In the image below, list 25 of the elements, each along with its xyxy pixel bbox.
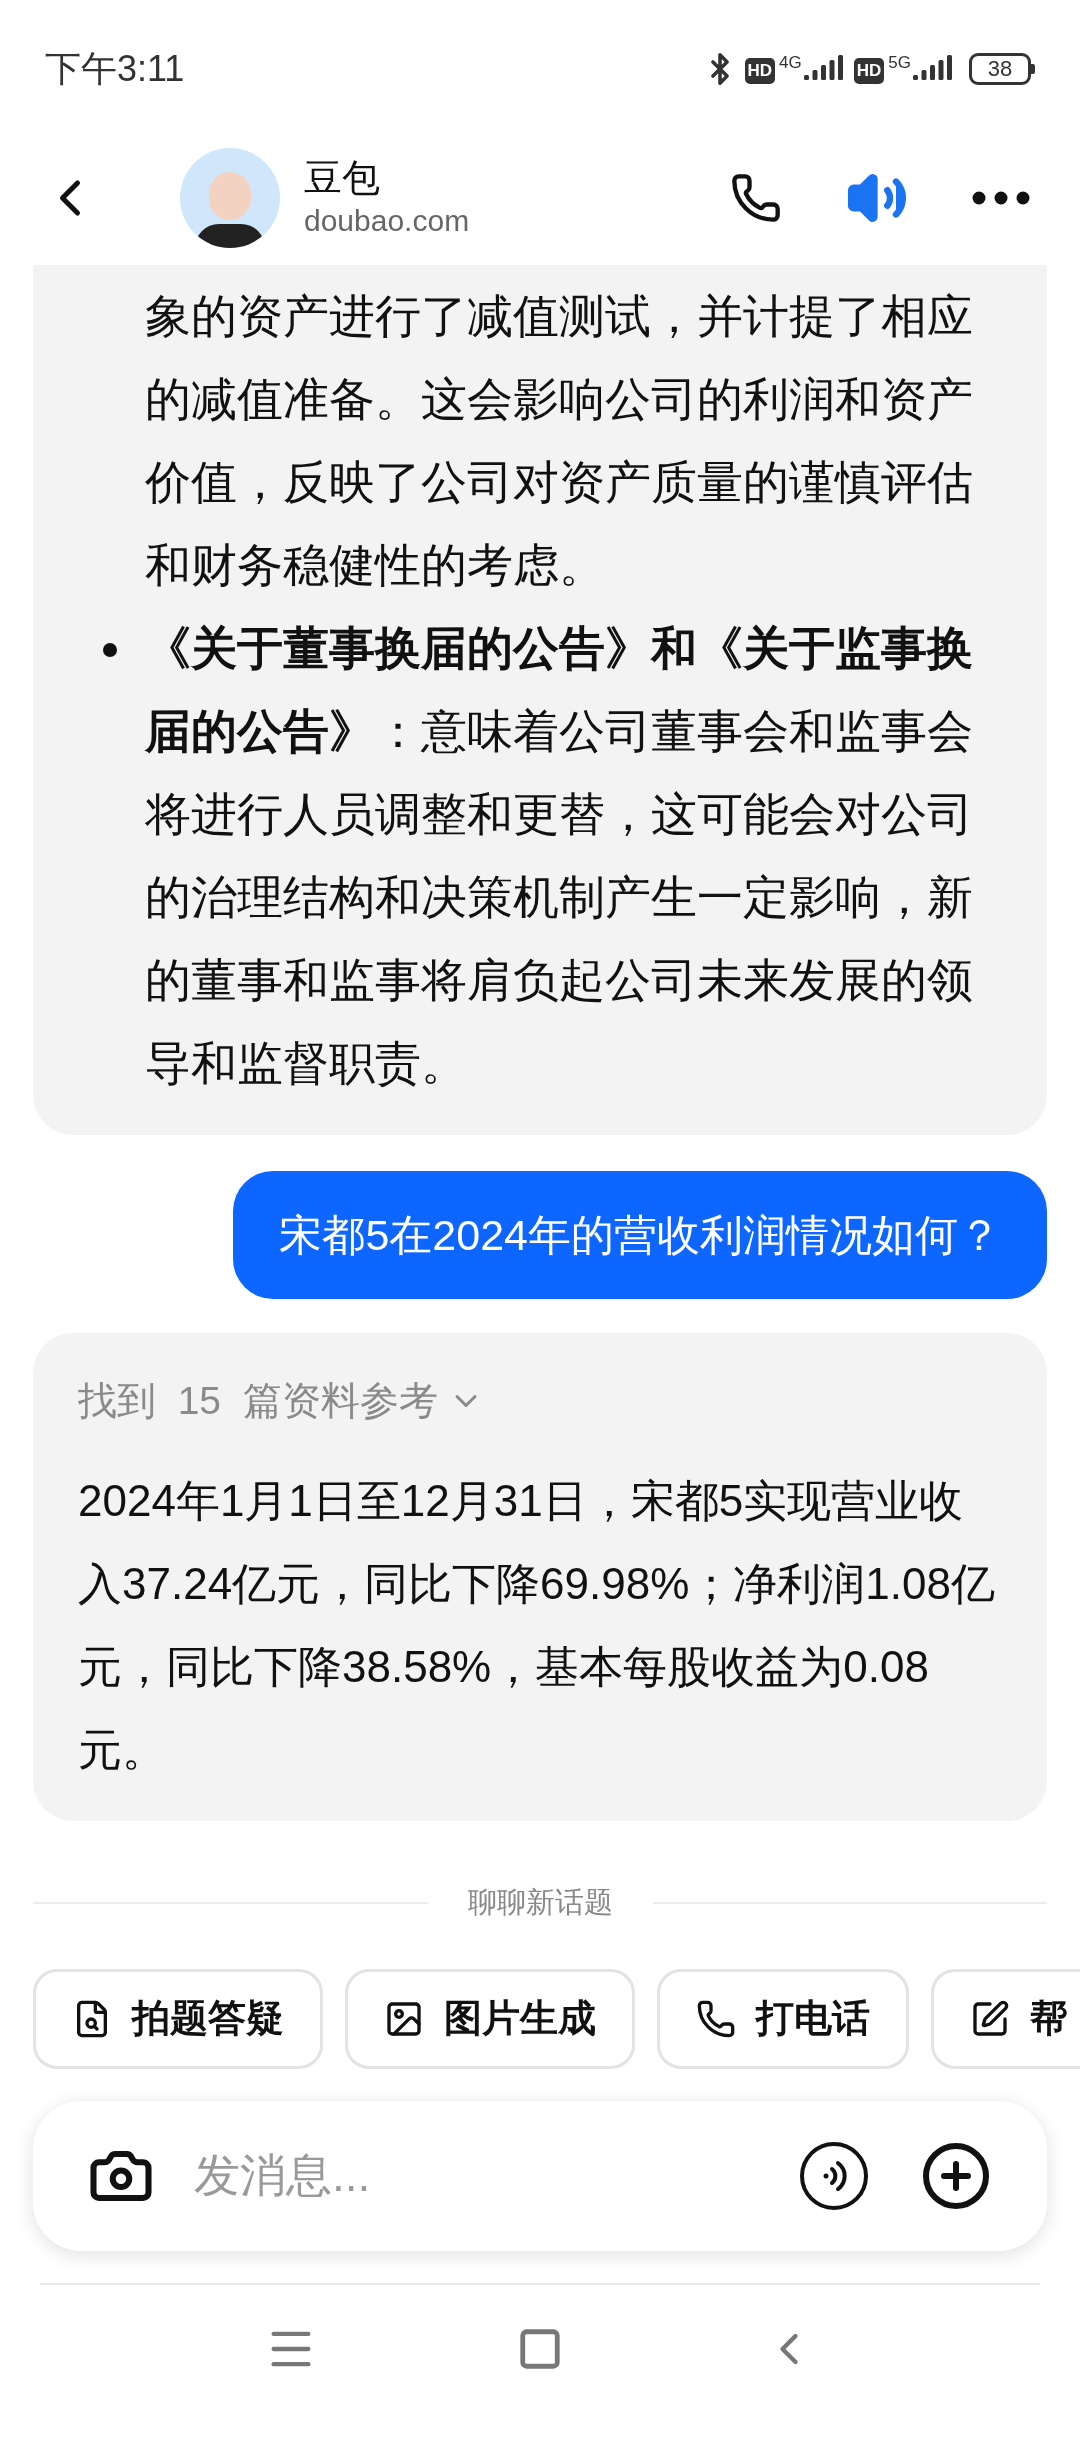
bullet-icon — [103, 643, 117, 657]
suggestion-chip[interactable]: 打电话 — [657, 1968, 909, 2069]
phone-icon — [730, 171, 782, 224]
network-type: 5G — [888, 54, 911, 71]
suggestion-chip[interactable]: 拍题答疑 — [33, 1968, 323, 2069]
message-text: 2024年1月1日至12月31日，宋都5实现营业收入37.24亿元，同比下降69.98%；净利润1.08亿元，同比下降38.58%，基本每股收益为0.08元。 — [78, 1475, 996, 1776]
suggestion-chip[interactable]: 帮 — [931, 1968, 1080, 2069]
new-topic-label: 聊聊新话题 — [467, 1885, 613, 1920]
pen-square-icon — [970, 1998, 1010, 2039]
network-type: 4G — [779, 54, 802, 71]
more-button[interactable] — [972, 190, 1030, 205]
phone-icon — [696, 1998, 736, 2039]
call-button[interactable] — [730, 171, 782, 224]
hd-badge: HD — [744, 58, 776, 84]
bot-name: 豆包 — [304, 155, 381, 201]
suggestion-chip[interactable]: 图片生成 — [345, 1968, 635, 2069]
message-text: 象的资产进行了减值测试，并计提了相应的减值准备。这会影响公司的利润和资产价值，反映了公司对资产质量的谨慎评估和财务稳健性的考虑。 — [145, 289, 974, 593]
more-icon — [972, 190, 1030, 205]
bot-domain: doubao.com — [304, 202, 470, 239]
status-time: 下午3:11 — [45, 47, 185, 91]
message-text: 《关于董事换届的公告》和《关于监事换届的公告》：意味着公司董事会和监事会将进行人员调整和更替，这可能会对公司的治理结构和决策机制产生一定影响，新的董事和监事将肩负起公司未来发展的领导和监督职责。 — [145, 621, 974, 1091]
user-message-bubble: 宋都5在2024年的营收利润情况如何？ — [233, 1171, 1047, 1299]
hd-badge: HD — [853, 58, 885, 84]
voice-button[interactable] — [800, 2141, 868, 2210]
message-input[interactable]: 发消息... — [194, 2141, 800, 2210]
